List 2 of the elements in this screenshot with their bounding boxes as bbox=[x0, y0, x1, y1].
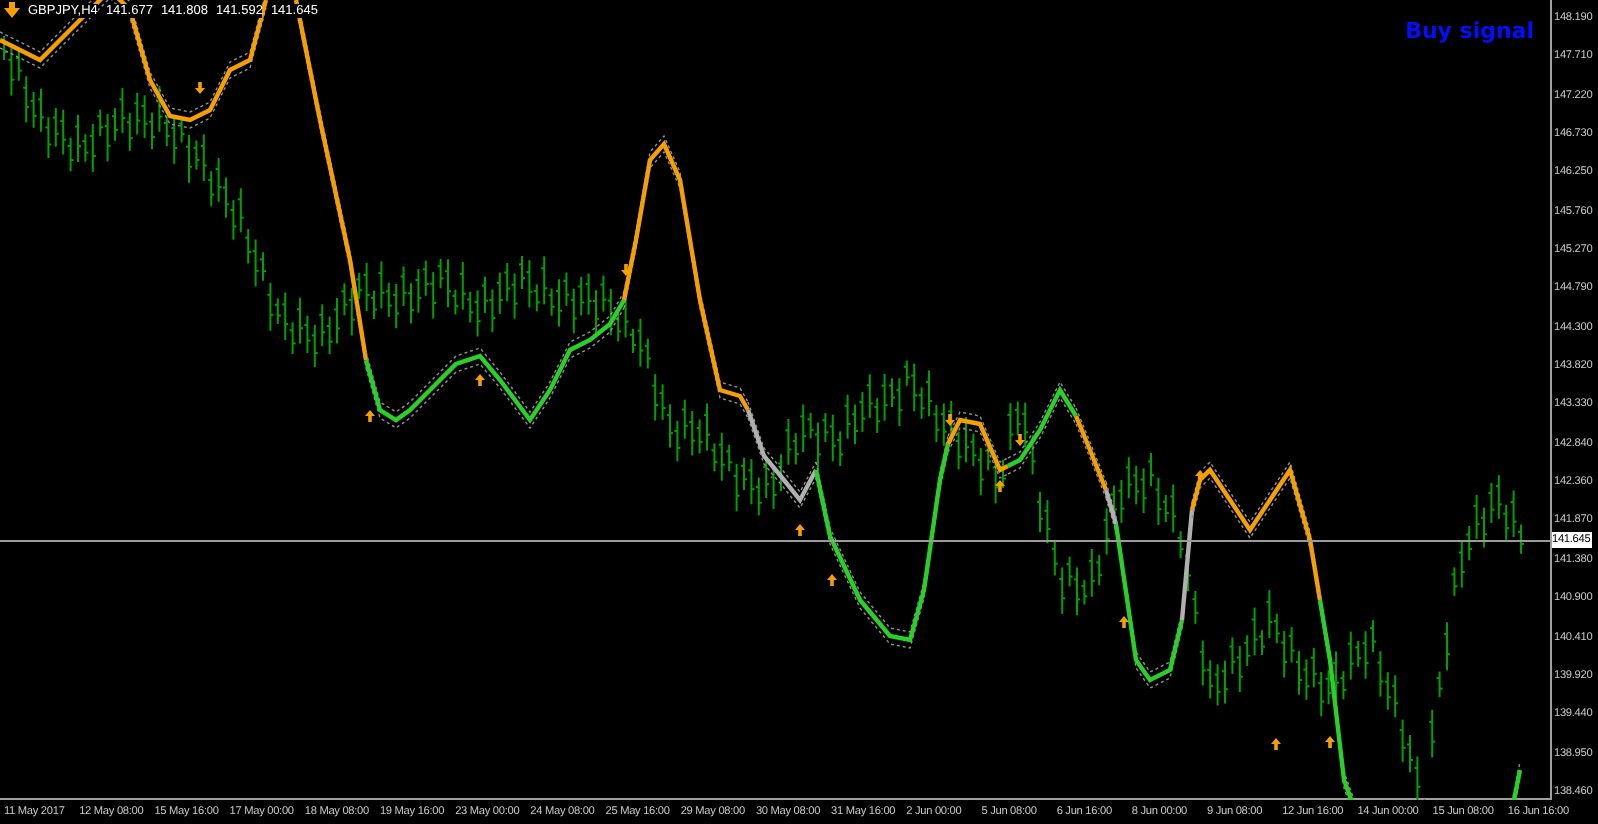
arrow-down-icon bbox=[4, 2, 20, 18]
signal-label: Buy signal bbox=[1405, 18, 1534, 44]
